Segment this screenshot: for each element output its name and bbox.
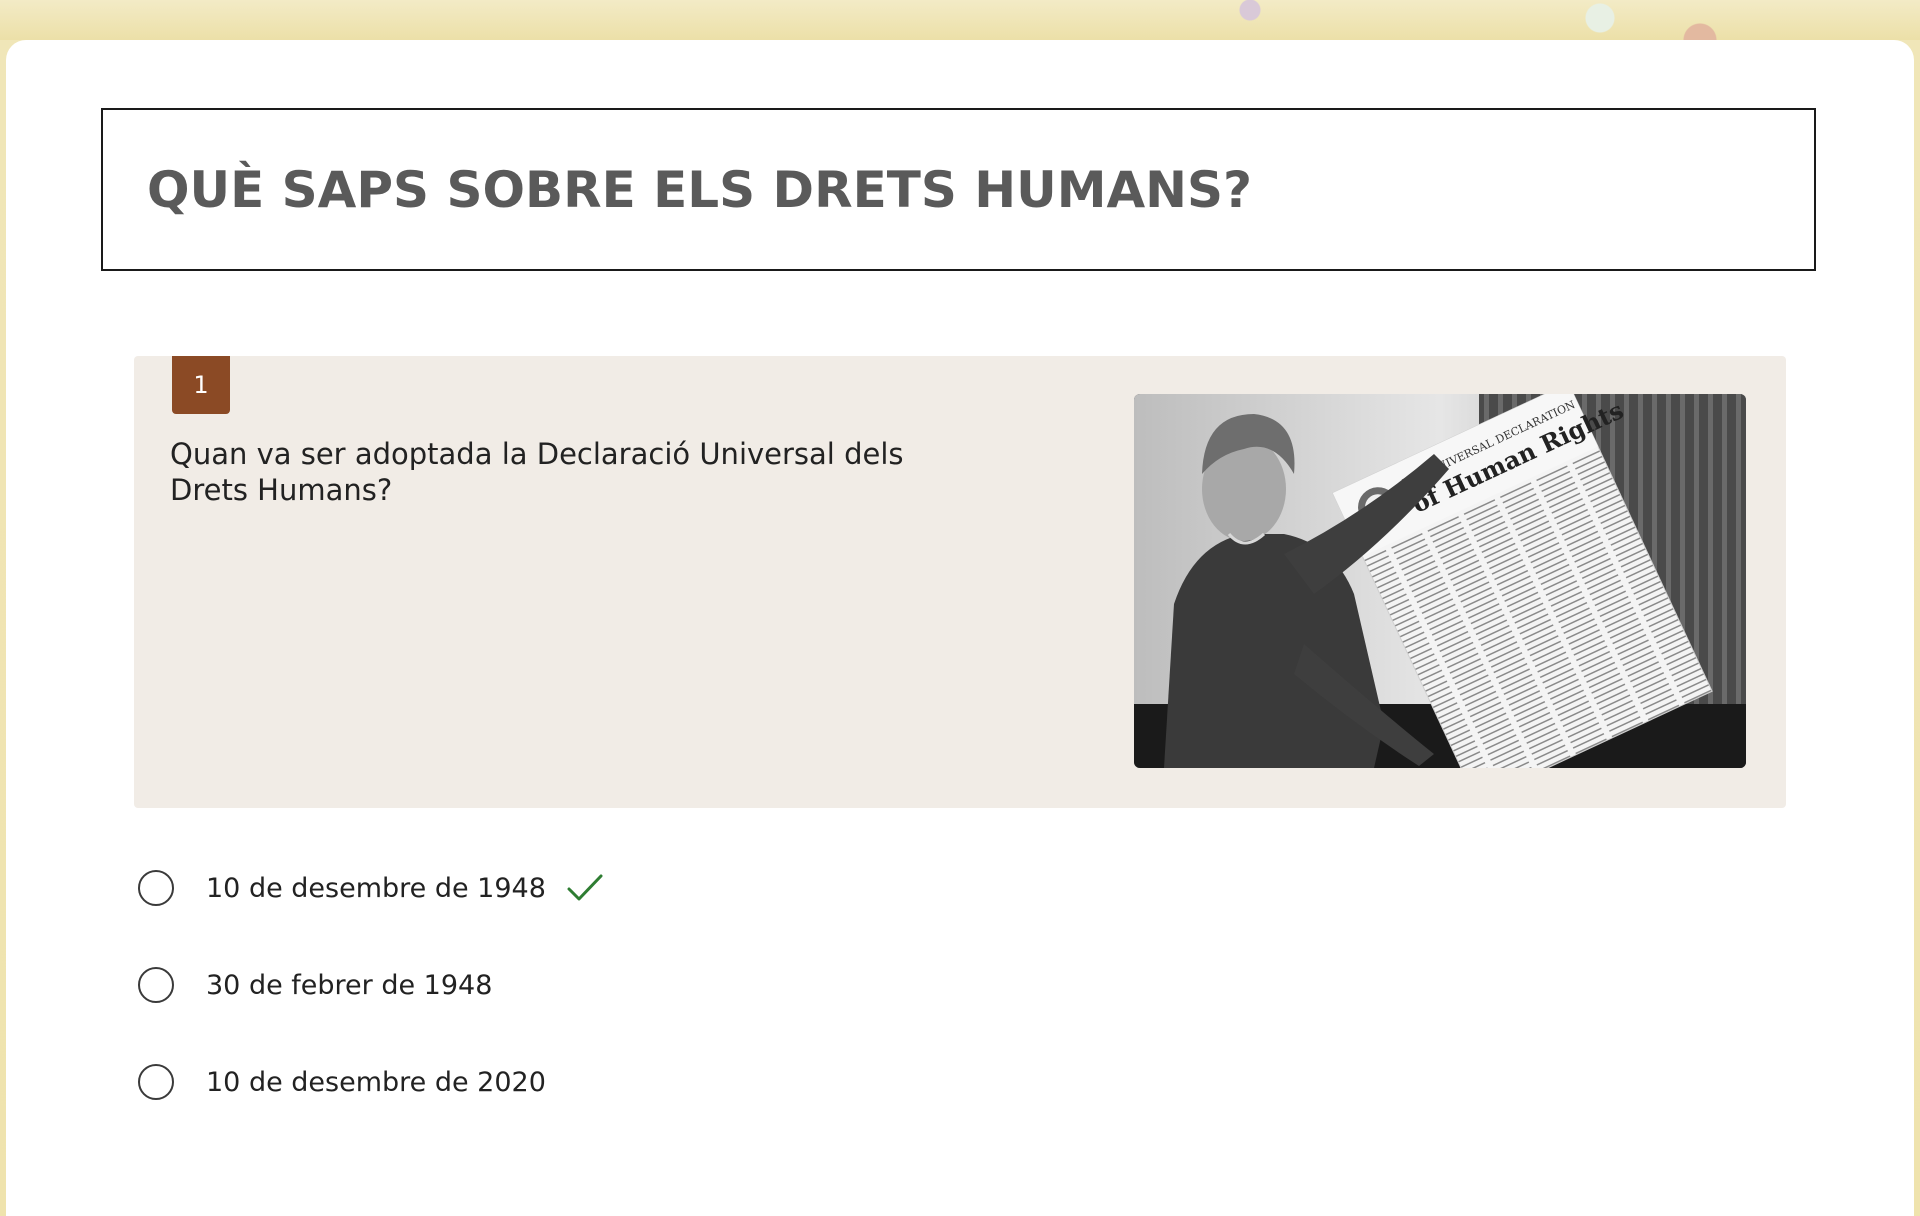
question-image: THE UNIVERSAL DECLARATION of Human Right… xyxy=(1134,394,1746,768)
question-number-badge: 1 xyxy=(172,356,230,414)
answer-options: 10 de desembre de 1948 30 de febrer de 1… xyxy=(138,858,604,1149)
option-3[interactable]: 10 de desembre de 2020 xyxy=(138,1052,604,1112)
option-2[interactable]: 30 de febrer de 1948 xyxy=(138,955,604,1015)
question-text: Quan va ser adoptada la Declaració Unive… xyxy=(170,437,904,507)
declaration-photo: THE UNIVERSAL DECLARATION of Human Right… xyxy=(1134,394,1746,768)
option-1[interactable]: 10 de desembre de 1948 xyxy=(138,858,604,918)
form-card: QUÈ SAPS SOBRE ELS DRETS HUMANS? 1 Quan … xyxy=(6,40,1914,1216)
quiz-title-box: QUÈ SAPS SOBRE ELS DRETS HUMANS? xyxy=(101,108,1816,271)
option-3-radio[interactable] xyxy=(138,1064,174,1100)
option-2-radio[interactable] xyxy=(138,967,174,1003)
option-1-label: 10 de desembre de 1948 xyxy=(206,872,546,904)
page-background xyxy=(0,0,1920,40)
option-2-label: 30 de febrer de 1948 xyxy=(206,969,493,1001)
option-1-radio[interactable] xyxy=(138,870,174,906)
question-panel: 1 Quan va ser adoptada la Declaració Uni… xyxy=(134,356,1786,808)
checkmark-icon xyxy=(566,873,604,903)
quiz-title: QUÈ SAPS SOBRE ELS DRETS HUMANS? xyxy=(147,160,1253,219)
option-3-label: 10 de desembre de 2020 xyxy=(206,1066,546,1098)
